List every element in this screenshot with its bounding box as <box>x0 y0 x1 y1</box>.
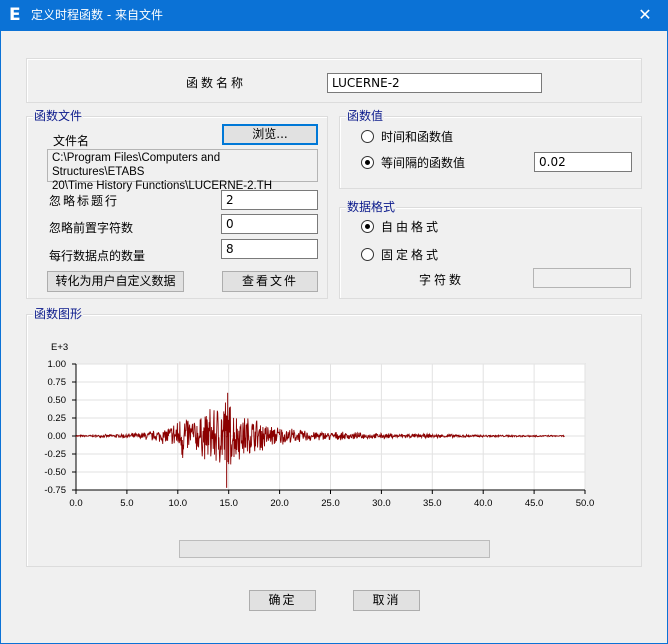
function-graph-chart: E+3 0.0 5.0 10.0 15.0 20.0 25.0 30.0 35.0 40.0 45… <box>44 342 595 509</box>
x-tick-label: 25.0 <box>321 498 340 509</box>
function-graph-legend: 函数图形 <box>33 307 84 321</box>
progress-bar <box>179 540 490 558</box>
data-format-legend: 数据格式 <box>346 200 397 214</box>
y-tick-label: 0.00 <box>48 431 67 442</box>
y-tick-label: -0.25 <box>44 449 66 460</box>
points-per-line-input[interactable]: 8 <box>221 239 318 259</box>
file-name-label: 文件名 <box>53 134 90 148</box>
y-tick-label: 0.25 <box>48 413 67 424</box>
y-tick-label: 1.00 <box>48 359 67 370</box>
x-tick-label: 0.0 <box>69 498 82 509</box>
ok-button[interactable]: 确定 <box>249 590 316 611</box>
x-tick-label: 5.0 <box>120 498 133 509</box>
function-name-input[interactable]: LUCERNE-2 <box>327 73 542 93</box>
view-file-button[interactable]: 查看文件 <box>222 271 318 292</box>
app-icon: E <box>9 5 21 25</box>
interval-input[interactable]: 0.02 <box>534 152 632 172</box>
fixed-format-radio[interactable] <box>361 248 374 261</box>
points-per-line-label: 每行数据点的数量 <box>49 249 146 263</box>
x-tick-label: 45.0 <box>525 498 544 509</box>
x-tick-label: 10.0 <box>169 498 188 509</box>
y-tick-label: -0.75 <box>44 485 66 496</box>
function-values-legend: 函数值 <box>346 109 385 123</box>
skip-header-input[interactable]: 2 <box>221 190 318 210</box>
convert-to-user-defined-button[interactable]: 转化为用户自定义数据 <box>47 271 184 292</box>
x-tick-label: 20.0 <box>270 498 289 509</box>
char-count-label: 字符数 <box>419 273 465 287</box>
skip-prefix-input[interactable]: 0 <box>221 214 318 234</box>
y-tick-label: 0.75 <box>48 377 67 388</box>
time-value-radio[interactable] <box>361 130 374 143</box>
y-tick-label: -0.50 <box>44 467 66 478</box>
x-tick-label: 50.0 <box>576 498 595 509</box>
time-value-label: 时间和函数值 <box>381 130 454 144</box>
file-path-display: C:\Program Files\Computers and Structure… <box>47 149 318 192</box>
free-format-radio[interactable] <box>361 220 374 233</box>
y-tick-label: 0.50 <box>48 395 67 406</box>
browse-button[interactable]: 浏览... <box>222 124 318 145</box>
skip-prefix-label: 忽略前置字符数 <box>49 221 134 235</box>
cancel-button[interactable]: 取消 <box>353 590 420 611</box>
free-format-label: 自由格式 <box>381 220 442 234</box>
x-tick-label: 15.0 <box>219 498 238 509</box>
y-multiplier-label: E+3 <box>51 342 68 353</box>
skip-header-label: 忽略标题行 <box>49 194 120 208</box>
char-count-input[interactable] <box>533 268 631 288</box>
file-path-line-1: C:\Program Files\Computers and Structure… <box>52 152 221 178</box>
function-name-label: 函数名称 <box>186 76 247 90</box>
function-file-legend: 函数文件 <box>33 109 84 123</box>
equal-interval-radio[interactable] <box>361 156 374 169</box>
fixed-format-label: 固定格式 <box>381 248 442 262</box>
x-tick-label: 30.0 <box>372 498 391 509</box>
window-title: 定义时程函数 - 来自文件 <box>31 8 163 22</box>
equal-interval-label: 等间隔的函数值 <box>381 156 466 170</box>
close-button[interactable]: ✕ <box>622 0 668 31</box>
x-tick-label: 40.0 <box>474 498 493 509</box>
x-tick-label: 35.0 <box>423 498 442 509</box>
